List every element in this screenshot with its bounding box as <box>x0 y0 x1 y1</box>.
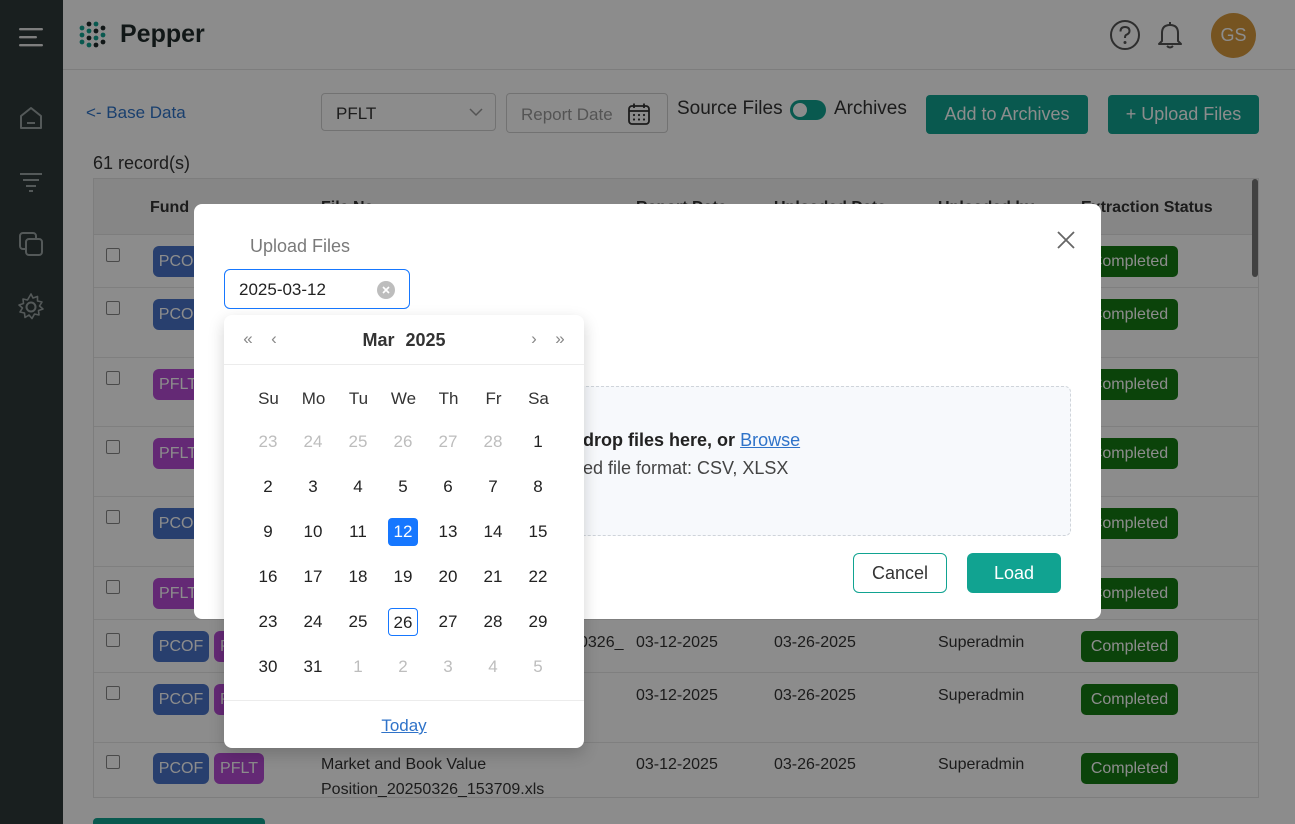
calendar-day[interactable]: 20 <box>433 563 463 591</box>
file-dropzone[interactable]: drop files here, or Browse ed file forma… <box>560 386 1071 536</box>
calendar-day[interactable]: 7 <box>478 473 508 501</box>
calendar-day[interactable]: 25 <box>343 608 373 636</box>
calendar-day[interactable]: 31 <box>298 653 328 681</box>
calendar-day[interactable]: 14 <box>478 518 508 546</box>
calendar-day[interactable]: 1 <box>523 428 553 456</box>
calendar-day[interactable]: 17 <box>298 563 328 591</box>
calendar-day[interactable]: 24 <box>298 608 328 636</box>
weekday-label: We <box>390 389 417 408</box>
weekday-label: Fr <box>485 389 502 408</box>
calendar-day[interactable]: 18 <box>343 563 373 591</box>
weekday-label: Mo <box>301 389 326 408</box>
next-month-icon[interactable]: › <box>523 329 545 349</box>
today-link[interactable]: Today <box>224 716 584 736</box>
calendar-day[interactable]: 4 <box>343 473 373 501</box>
close-icon[interactable] <box>1054 228 1078 252</box>
calendar-day[interactable]: 1 <box>343 653 373 681</box>
calendar-day[interactable]: 10 <box>298 518 328 546</box>
calendar-day[interactable]: 23 <box>253 428 283 456</box>
calendar-day[interactable]: 2 <box>253 473 283 501</box>
calendar-day[interactable]: 3 <box>298 473 328 501</box>
date-picker-header: « ‹ Mar 2025 › » <box>224 315 584 365</box>
weekday-label: Sa <box>528 389 549 408</box>
calendar-day[interactable]: 5 <box>523 653 553 681</box>
month-select[interactable]: Mar <box>362 330 394 350</box>
weekday-label: Tu <box>348 389 369 408</box>
upload-date-input[interactable]: 2025-03-12 <box>224 269 410 309</box>
calendar-day[interactable]: 9 <box>253 518 283 546</box>
calendar-day[interactable]: 11 <box>343 518 373 546</box>
modal-title: Upload Files <box>250 236 351 256</box>
clear-icon[interactable] <box>377 281 395 299</box>
cancel-button[interactable]: Cancel <box>853 553 947 593</box>
next-year-icon[interactable]: » <box>549 329 571 349</box>
date-picker-dropdown: « ‹ Mar 2025 › » Su Mo Tu We Th Fr Sa 23 24 25 26 2… <box>224 315 584 748</box>
upload-date-value: 2025-03-12 <box>239 280 326 299</box>
browse-link[interactable]: Browse <box>740 430 800 450</box>
calendar-day[interactable]: 13 <box>433 518 463 546</box>
calendar-day[interactable]: 8 <box>523 473 553 501</box>
calendar-day[interactable]: 27 <box>433 608 463 636</box>
calendar-day[interactable]: 26 <box>388 428 418 456</box>
dropzone-instructions: drop files here, or Browse <box>583 430 800 451</box>
calendar-day[interactable]: 3 <box>433 653 463 681</box>
weekday-label: Su <box>258 389 279 408</box>
calendar-day[interactable]: 5 <box>388 473 418 501</box>
calendar-day[interactable]: 27 <box>433 428 463 456</box>
calendar-day[interactable]: 25 <box>343 428 373 456</box>
calendar-day[interactable]: 22 <box>523 563 553 591</box>
calendar-day[interactable]: 28 <box>478 428 508 456</box>
calendar-day[interactable]: 29 <box>523 608 553 636</box>
calendar-day[interactable]: 19 <box>388 563 418 591</box>
calendar-day[interactable]: 4 <box>478 653 508 681</box>
calendar-day[interactable]: 15 <box>523 518 553 546</box>
calendar-day[interactable]: 28 <box>478 608 508 636</box>
dropzone-text: drop files here, or <box>583 430 736 450</box>
calendar-day[interactable]: 6 <box>433 473 463 501</box>
load-button[interactable]: Load <box>967 553 1061 593</box>
calendar-day[interactable]: 30 <box>253 653 283 681</box>
calendar-day[interactable]: 23 <box>253 608 283 636</box>
calendar-day[interactable]: 16 <box>253 563 283 591</box>
year-select[interactable]: 2025 <box>405 330 445 350</box>
calendar-day[interactable]: 21 <box>478 563 508 591</box>
supported-format-text: ed file format: CSV, XLSX <box>583 458 789 478</box>
calendar-day[interactable]: 12 <box>388 518 418 546</box>
calendar-day[interactable]: 2 <box>388 653 418 681</box>
calendar-day[interactable]: 26 <box>388 608 418 636</box>
weekday-label: Th <box>438 389 459 408</box>
calendar-day[interactable]: 24 <box>298 428 328 456</box>
date-picker-footer: Today <box>224 700 584 748</box>
